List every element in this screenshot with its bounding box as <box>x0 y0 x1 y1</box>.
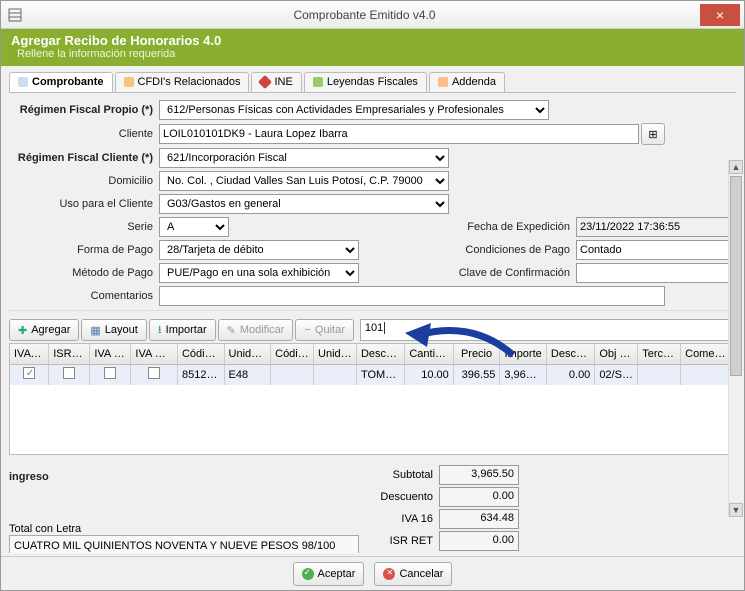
wizard-subtitle: Rellene la información requerida <box>17 48 734 60</box>
iva16-label: IVA 16 <box>359 513 439 525</box>
label-serie: Serie <box>9 221 159 233</box>
label-regimen-cliente: Régimen Fiscal Cliente (*) <box>9 152 159 164</box>
grid-body[interactable] <box>9 385 736 455</box>
tab-cfdis[interactable]: CFDI's Relacionados <box>115 72 250 92</box>
uso-cliente-select[interactable]: G03/Gastos en general <box>159 194 449 214</box>
modificar-button[interactable]: ✎Modificar <box>218 319 294 341</box>
titlebar: Comprobante Emitido v4.0 × <box>1 1 744 29</box>
scroll-down-icon[interactable]: ▼ <box>729 503 743 517</box>
aceptar-button[interactable]: Aceptar <box>293 562 365 586</box>
cell-codigosat: 85121610 <box>178 365 225 385</box>
iva16-value: 634.48 <box>439 509 519 529</box>
layout-button[interactable]: ▦Layout <box>81 319 146 341</box>
cell-descripcion: TOMOG... <box>357 365 405 385</box>
wizard-title: Agregar Recibo de Honorarios 4.0 <box>11 33 734 48</box>
tab-comprobante[interactable]: Comprobante <box>9 72 113 92</box>
label-domicilio: Domicilio <box>9 175 159 187</box>
label-forma-pago: Forma de Pago <box>9 244 159 256</box>
domicilio-select[interactable]: No. Col. , Ciudad Valles San Luis Potosí… <box>159 171 449 191</box>
scroll-up-icon[interactable]: ▲ <box>729 160 743 174</box>
tab-addenda[interactable]: Addenda <box>429 72 505 92</box>
label-cond-pago: Condiciones de Pago <box>446 244 576 256</box>
plus-icon: ✚ <box>18 324 27 337</box>
isrret-checkbox[interactable] <box>63 367 75 379</box>
isrret-label: ISR RET <box>359 535 439 547</box>
cell-unidadsat: E48 <box>225 365 272 385</box>
scroll-thumb[interactable] <box>730 176 742 376</box>
edit-icon: ✎ <box>227 324 236 337</box>
tab-bar: Comprobante CFDI's Relacionados INE Leye… <box>9 72 736 93</box>
quitar-button[interactable]: −Quitar <box>295 319 353 341</box>
forma-pago-select[interactable]: 28/Tarjeta de débito <box>159 240 359 260</box>
label-regimen-propio: Régimen Fiscal Propio (*) <box>9 104 159 116</box>
close-button[interactable]: × <box>700 4 740 26</box>
cell-descuento: 0.00 <box>547 365 595 385</box>
label-metodo-pago: Método de Pago <box>9 267 159 279</box>
fecha-exp <box>576 217 736 237</box>
vertical-scrollbar[interactable]: ▲ ▼ <box>728 160 743 517</box>
tab-ine[interactable]: INE <box>251 72 301 92</box>
subtotal-value: 3,965.50 <box>439 465 519 485</box>
ivaret-checkbox[interactable] <box>104 367 116 379</box>
agregar-button[interactable]: ✚Agregar <box>9 319 79 341</box>
import-icon: ⭳ <box>158 321 162 340</box>
cell-precio: 396.55 <box>454 365 501 385</box>
descuento-label: Descuento <box>359 491 439 503</box>
search-box[interactable]: 101 <box>360 319 736 341</box>
metodo-pago-select[interactable]: PUE/Pago en una sola exhibición <box>159 263 359 283</box>
minus-icon: − <box>304 324 310 336</box>
subtotal-label: Subtotal <box>359 469 439 481</box>
grid-header: IVA 16 ISR RET IVA RET IVA Exen... Códig… <box>9 343 736 365</box>
cliente-lookup-button[interactable]: ⊞ <box>641 123 665 145</box>
dialog-footer: Aceptar Cancelar <box>1 556 744 590</box>
label-comentarios: Comentarios <box>9 290 159 302</box>
importar-button[interactable]: ⭳Importar <box>149 319 216 341</box>
cell-importe: 3,965.50 <box>500 365 547 385</box>
table-row[interactable]: 85121610 E48 TOMOG... 10.00 396.55 3,965… <box>9 365 736 385</box>
label-fecha-exp: Fecha de Expedición <box>446 221 576 233</box>
cell-codigo <box>271 365 314 385</box>
cancel-icon <box>383 568 395 580</box>
cell-tercero <box>638 365 681 385</box>
window-title: Comprobante Emitido v4.0 <box>29 8 700 22</box>
label-cliente: Cliente <box>9 128 159 140</box>
cond-pago-input[interactable] <box>576 240 736 260</box>
check-icon <box>302 568 314 580</box>
serie-select[interactable]: A <box>159 217 229 237</box>
label-uso-cliente: Uso para el Cliente <box>9 198 159 210</box>
cliente-input[interactable] <box>159 124 639 144</box>
total-letra-label: Total con Letra <box>9 523 359 535</box>
label-clave-conf: Clave de Confirmación <box>446 267 576 279</box>
app-icon <box>7 7 23 23</box>
cell-coment <box>681 365 735 385</box>
cell-objimp: 02/Sí ob... <box>595 365 638 385</box>
cancelar-button[interactable]: Cancelar <box>374 562 452 586</box>
grid-toolbar: ✚Agregar ▦Layout ⭳Importar ✎Modificar −Q… <box>9 319 736 341</box>
ingreso-label: ingreso <box>9 471 359 483</box>
total-letra-value: CUATRO MIL QUINIENTOS NOVENTA Y NUEVE PE… <box>9 535 359 553</box>
isrret-value: 0.00 <box>439 531 519 551</box>
layout-icon: ▦ <box>90 324 100 337</box>
cell-unidad <box>314 365 357 385</box>
clave-conf-input[interactable] <box>576 263 736 283</box>
iva16-checkbox[interactable] <box>23 367 35 379</box>
wizard-header: Agregar Recibo de Honorarios 4.0 Rellene… <box>1 29 744 66</box>
regimen-propio-select[interactable]: 612/Personas Físicas con Actividades Emp… <box>159 100 549 120</box>
ivaexen-checkbox[interactable] <box>148 367 160 379</box>
cell-cantidad: 10.00 <box>405 365 453 385</box>
regimen-cliente-select[interactable]: 621/Incorporación Fiscal <box>159 148 449 168</box>
tab-leyendas[interactable]: Leyendas Fiscales <box>304 72 427 92</box>
descuento-value: 0.00 <box>439 487 519 507</box>
comentarios-input[interactable] <box>159 286 665 306</box>
